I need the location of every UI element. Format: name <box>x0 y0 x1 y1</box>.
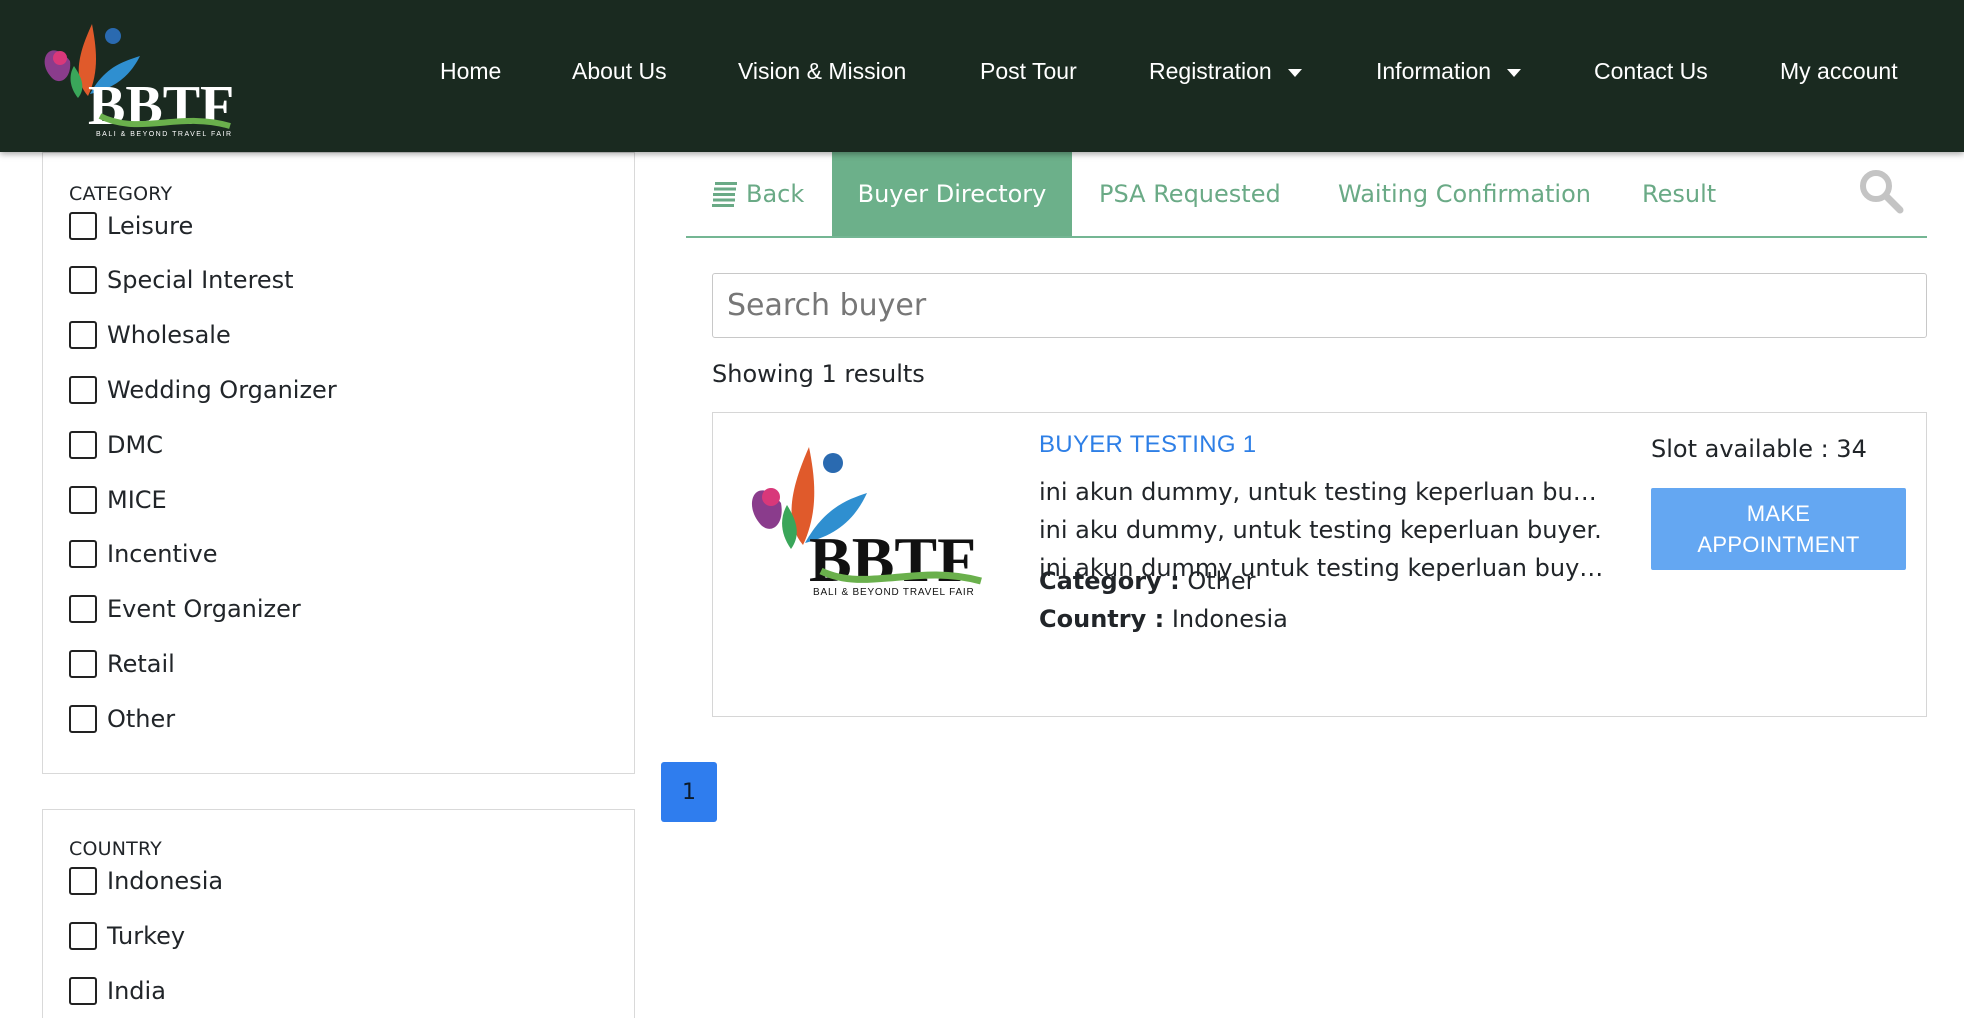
category-option-wedding-organizer[interactable]: Wedding Organizer <box>69 374 337 406</box>
make-appointment-line2: APPOINTMENT <box>1697 532 1860 557</box>
buyer-description-line: ini akun dummy, untuk testing keperluan … <box>1039 478 1609 506</box>
buyer-description-line: ini aku dummy, untuk testing keperluan b… <box>1039 516 1602 544</box>
nav-registration-label: Registration <box>1149 58 1272 84</box>
pagination-page-1[interactable]: 1 <box>661 762 717 822</box>
checkbox[interactable] <box>69 486 97 514</box>
category-label: Category : <box>1039 567 1180 595</box>
checkbox[interactable] <box>69 540 97 568</box>
nav-home[interactable]: Home <box>440 58 501 85</box>
country-filter-title: COUNTRY <box>69 838 162 860</box>
checkbox[interactable] <box>69 212 97 240</box>
nav-registration[interactable]: Registration <box>1149 58 1302 85</box>
nav-post-tour[interactable]: Post Tour <box>980 58 1077 85</box>
nav-information-label: Information <box>1376 58 1492 84</box>
tab-back-label: Back <box>746 180 805 208</box>
caret-down-icon <box>1507 68 1522 77</box>
make-appointment-line1: MAKE <box>1746 501 1811 526</box>
tab-back[interactable]: Back <box>712 152 804 236</box>
buyer-card: BBTF BALI & BEYOND TRAVEL FAIR BUYER TES… <box>712 412 1927 717</box>
nav-contact-us[interactable]: Contact Us <box>1594 58 1708 85</box>
directory-tabs: Back Buyer Directory PSA Requested Waiti… <box>686 152 1927 238</box>
list-icon <box>712 182 737 207</box>
make-appointment-button[interactable]: MAKE APPOINTMENT <box>1651 488 1906 570</box>
checkbox[interactable] <box>69 977 97 1005</box>
nav-vision-mission[interactable]: Vision & Mission <box>738 58 906 85</box>
results-count: Showing 1 results <box>712 360 925 388</box>
category-option-event-organizer[interactable]: Event Organizer <box>69 593 301 625</box>
nav-my-account[interactable]: My account <box>1780 58 1898 85</box>
checkbox[interactable] <box>69 867 97 895</box>
svg-text:BALI & BEYOND TRAVEL FAIR: BALI & BEYOND TRAVEL FAIR <box>813 587 975 598</box>
tab-result[interactable]: Result <box>1642 152 1716 236</box>
nav-about-us[interactable]: About Us <box>572 58 667 85</box>
category-option-wholesale[interactable]: Wholesale <box>69 319 231 351</box>
buyer-name-link[interactable]: BUYER TESTING 1 <box>1039 431 1256 459</box>
category-option-mice[interactable]: MICE <box>69 484 167 516</box>
checkbox[interactable] <box>69 922 97 950</box>
category-value: Other <box>1187 567 1256 595</box>
checkbox[interactable] <box>69 705 97 733</box>
category-filter-panel: CATEGORY Leisure Special Interest Wholes… <box>42 152 635 774</box>
search-icon[interactable] <box>1858 168 1904 214</box>
search-buyer-input[interactable] <box>712 273 1927 338</box>
checkbox[interactable] <box>69 376 97 404</box>
checkbox[interactable] <box>69 650 97 678</box>
country-value: Indonesia <box>1171 605 1288 633</box>
tab-psa-requested[interactable]: PSA Requested <box>1099 152 1281 236</box>
main-nav: Home About Us Vision & Mission Post Tour… <box>0 0 1964 152</box>
checkbox[interactable] <box>69 266 97 294</box>
country-option-turkey[interactable]: Turkey <box>69 920 185 952</box>
checkbox[interactable] <box>69 431 97 459</box>
category-option-incentive[interactable]: Incentive <box>69 538 218 570</box>
country-option-india[interactable]: India <box>69 975 166 1007</box>
caret-down-icon <box>1287 68 1302 77</box>
country-label: Country : <box>1039 605 1165 633</box>
buyer-country: Country : Indonesia <box>1039 605 1288 633</box>
category-option-other[interactable]: Other <box>69 703 175 735</box>
country-filter-panel: COUNTRY Indonesia Turkey India <box>42 809 635 1018</box>
country-option-indonesia[interactable]: Indonesia <box>69 865 223 897</box>
category-option-retail[interactable]: Retail <box>69 648 175 680</box>
checkbox[interactable] <box>69 321 97 349</box>
buyer-category: Category : Other <box>1039 567 1255 595</box>
site-header: BBTF BALI & BEYOND TRAVEL FAIR Home Abou… <box>0 0 1964 152</box>
buyer-logo: BBTF BALI & BEYOND TRAVEL FAIR <box>751 447 982 598</box>
checkbox[interactable] <box>69 595 97 623</box>
nav-information[interactable]: Information <box>1376 58 1522 85</box>
category-option-dmc[interactable]: DMC <box>69 429 163 461</box>
category-option-special-interest[interactable]: Special Interest <box>69 264 294 296</box>
slot-available: Slot available : 34 <box>1651 435 1867 463</box>
svg-text:BBTF: BBTF <box>809 524 976 595</box>
tab-waiting-confirmation[interactable]: Waiting Confirmation <box>1338 152 1591 236</box>
category-option-leisure[interactable]: Leisure <box>69 210 193 242</box>
tab-buyer-directory[interactable]: Buyer Directory <box>832 152 1072 236</box>
category-filter-title: CATEGORY <box>69 183 173 205</box>
